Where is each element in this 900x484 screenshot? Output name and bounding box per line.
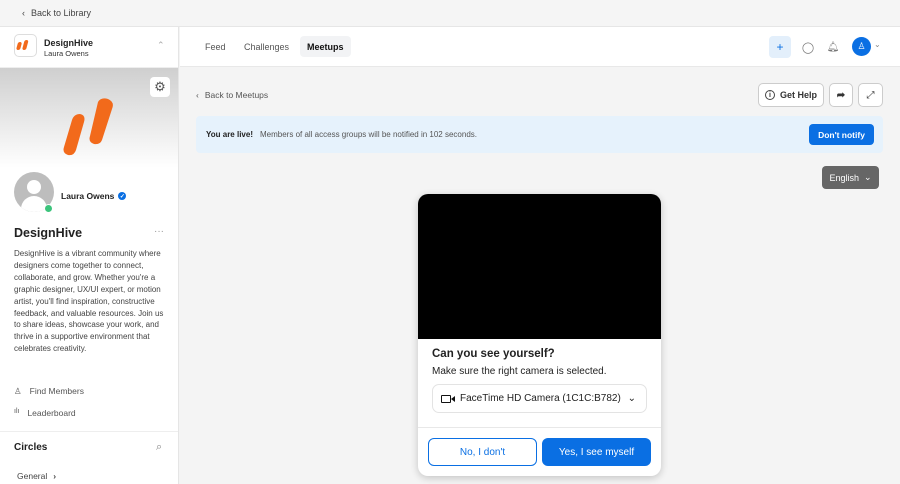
nav-leaderboard[interactable]: ılı Leaderboard xyxy=(14,408,76,418)
chevron-right-icon: › xyxy=(53,471,57,481)
chevron-left-icon: ‹ xyxy=(196,90,199,100)
person-icon: ♙ xyxy=(857,41,866,51)
share-icon: ➦ xyxy=(836,89,846,101)
app-user: Laura Owens xyxy=(44,49,89,58)
user-menu-avatar[interactable]: ♙ xyxy=(852,37,871,56)
fullscreen-button[interactable]: ⤢ xyxy=(858,83,883,107)
share-button[interactable]: ➦ xyxy=(829,83,853,107)
dont-notify-button[interactable]: Don't notify xyxy=(809,124,874,145)
community-switcher[interactable]: DesignHive Laura Owens ⌃ xyxy=(0,27,178,68)
expand-icon: ⤢ xyxy=(866,89,875,101)
community-banner: ⚙ xyxy=(0,68,178,168)
tab-meetups[interactable]: Meetups xyxy=(300,36,351,57)
chevron-down-icon[interactable]: ⌄ xyxy=(874,40,881,49)
community-title: DesignHive xyxy=(14,226,83,240)
live-alert: You are live! Members of all access grou… xyxy=(196,116,883,153)
search-icon[interactable]: ⌕ xyxy=(156,441,162,454)
chevron-left-icon: ‹ xyxy=(22,8,25,18)
circles-heading: Circles xyxy=(14,442,48,453)
chat-icon[interactable]: ◯ xyxy=(800,37,816,57)
nav-find-members[interactable]: ♙ Find Members xyxy=(14,386,84,397)
person-icon: ♙ xyxy=(14,386,22,396)
circle-item-general[interactable]: General › xyxy=(17,471,56,481)
chevron-down-icon: ⌄ xyxy=(627,393,636,404)
create-button[interactable]: + xyxy=(769,36,791,58)
camera-check-dialog: Can you see yourself? Make sure the righ… xyxy=(418,194,661,476)
sidebar: DesignHive Laura Owens ⌃ ⚙ Laura Owens ✓… xyxy=(0,27,179,484)
back-to-meetups-link[interactable]: ‹ Back to Meetups xyxy=(196,90,268,100)
tab-challenges[interactable]: Challenges xyxy=(237,36,296,57)
dialog-title: Can you see yourself? xyxy=(432,348,555,360)
dialog-subtitle: Make sure the right camera is selected. xyxy=(432,366,607,377)
community-description: DesignHive is a vibrant community where … xyxy=(14,249,164,354)
gear-icon: ⚙ xyxy=(154,79,166,94)
verified-badge-icon: ✓ xyxy=(118,192,127,200)
plus-icon: + xyxy=(776,40,784,54)
community-logo xyxy=(63,98,113,156)
tab-feed[interactable]: Feed xyxy=(198,36,233,57)
video-camera-icon xyxy=(441,394,455,403)
language-select[interactable]: English ⌄ xyxy=(822,166,879,189)
user-name: Laura Owens xyxy=(61,191,115,201)
more-options-icon[interactable]: ··· xyxy=(154,226,164,237)
back-to-library-link[interactable]: ‹ Back to Library xyxy=(22,8,91,18)
chevron-up-icon[interactable]: ⌃ xyxy=(157,40,165,51)
camera-select[interactable]: FaceTime HD Camera (1C1C:B782) ⌄ xyxy=(432,384,647,413)
top-bar: ‹ Back to Library xyxy=(0,0,900,27)
main-header: Feed Challenges Meetups + ◯ 🔔︎ ♙ ⌄ xyxy=(180,27,900,67)
settings-button[interactable]: ⚙ xyxy=(150,77,170,97)
get-help-button[interactable]: i Get Help xyxy=(758,83,824,107)
online-indicator xyxy=(44,204,53,213)
bar-chart-icon: ılı xyxy=(14,408,20,415)
app-logo xyxy=(14,34,37,57)
no-button[interactable]: No, I don't xyxy=(428,438,537,466)
info-icon: i xyxy=(764,90,775,100)
bell-icon[interactable]: 🔔︎ xyxy=(825,37,841,57)
app-name: DesignHive xyxy=(44,38,94,48)
chevron-down-icon: ⌄ xyxy=(863,172,872,182)
camera-preview xyxy=(418,194,661,339)
yes-button[interactable]: Yes, I see myself xyxy=(542,438,651,466)
